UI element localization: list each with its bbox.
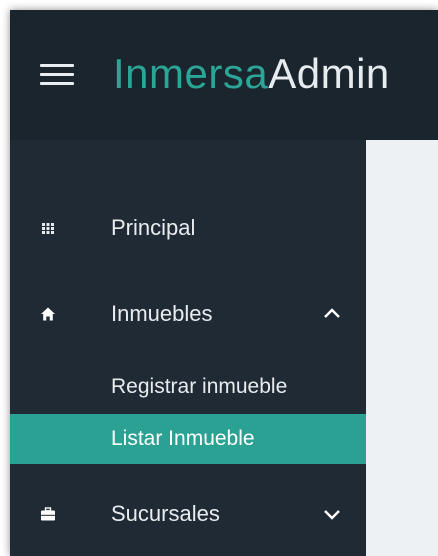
- home-icon: [40, 306, 56, 322]
- sidebar-item-label: Inmuebles: [111, 301, 213, 326]
- sidebar-item-sucursales[interactable]: Sucursales: [10, 486, 366, 542]
- sidebar-subitem-listar-inmueble[interactable]: Listar Inmueble: [10, 414, 366, 464]
- brand-logo[interactable]: InmersaAdmin: [113, 46, 390, 102]
- hamburger-menu-icon[interactable]: [38, 60, 78, 90]
- brand-primary: Inmersa: [113, 50, 269, 97]
- chevron-down-icon[interactable]: [322, 506, 342, 522]
- sidebar-item-label: Sucursales: [111, 501, 220, 526]
- chevron-up-icon[interactable]: [322, 306, 342, 322]
- sidebar-subitem-label: Registrar inmueble: [111, 375, 288, 398]
- sidebar: Principal Inmuebles Registrar inmueble L…: [10, 140, 366, 556]
- grid-icon: [40, 220, 56, 236]
- top-bar: InmersaAdmin: [10, 10, 438, 140]
- sidebar-item-inmuebles[interactable]: Inmuebles: [10, 286, 366, 342]
- admin-window: InmersaAdmin Principal Inmuebles Registr…: [10, 10, 438, 556]
- sidebar-item-label: Principal: [111, 215, 196, 240]
- brand-secondary: Admin: [268, 50, 390, 97]
- sidebar-subitem-label: Listar Inmueble: [111, 427, 255, 450]
- briefcase-icon: [40, 506, 56, 522]
- sidebar-item-principal[interactable]: Principal: [10, 200, 366, 256]
- main-content: [366, 140, 438, 556]
- sidebar-subitem-registrar-inmueble[interactable]: Registrar inmueble: [10, 362, 366, 412]
